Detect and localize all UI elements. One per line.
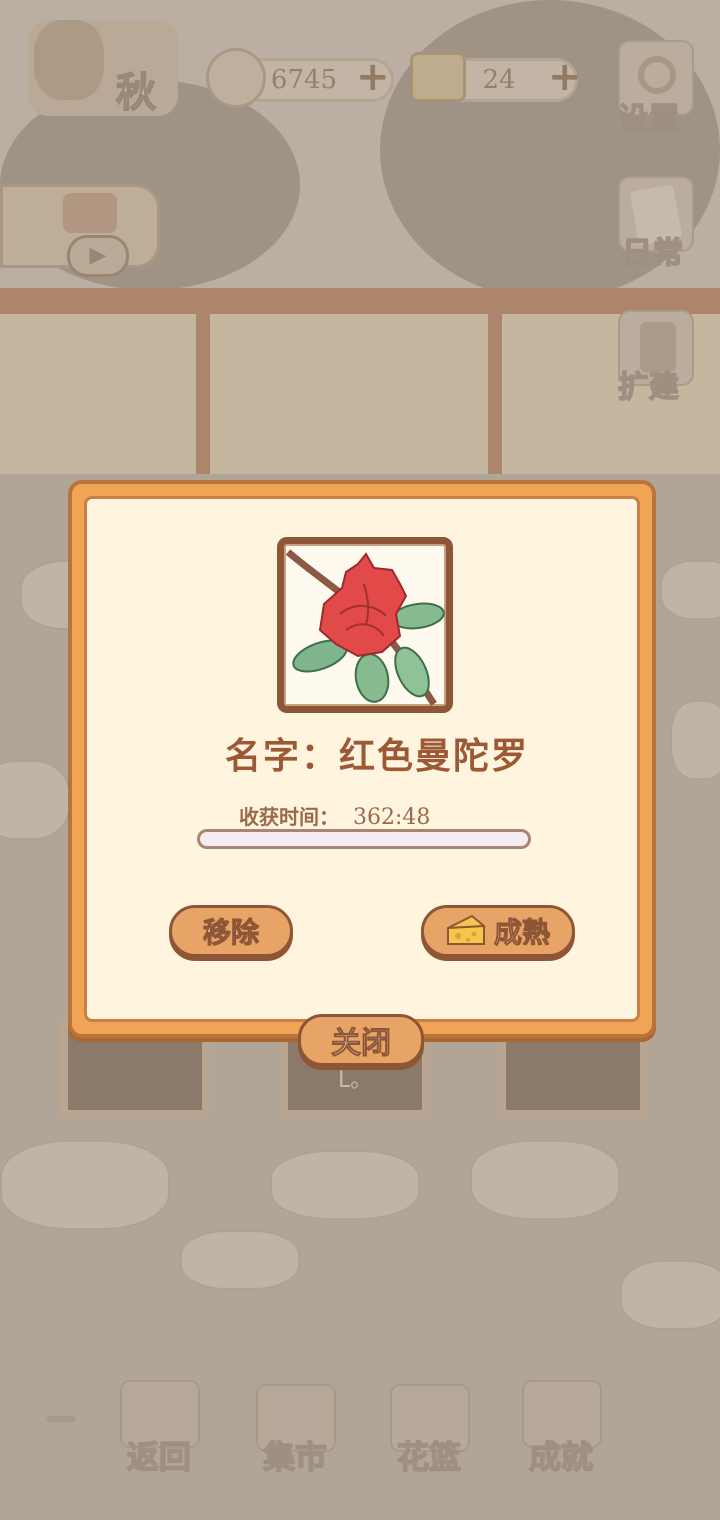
- ripen-label: 成熟: [493, 916, 550, 950]
- growth-progress-bar: [197, 829, 531, 849]
- red-datura-flower-image: [285, 549, 445, 706]
- cheese-icon: [446, 914, 485, 945]
- remove-button[interactable]: 移除: [169, 905, 293, 957]
- harvest-info: 收获时间： 362:48: [239, 801, 430, 830]
- flower-image-frame: [277, 537, 453, 713]
- close-label: 关闭: [331, 1026, 392, 1062]
- flower-name: 名字：红色曼陀罗: [224, 736, 529, 777]
- ripen-button[interactable]: 成熟: [421, 905, 575, 957]
- flower-info-dialog: 名字：红色曼陀罗 收获时间： 362:48 移除 成熟: [68, 480, 656, 1038]
- harvest-label: 收获时间：: [239, 805, 339, 829]
- remove-label: 移除: [202, 916, 259, 950]
- harvest-timer: 362:48: [353, 805, 431, 830]
- close-button[interactable]: 关闭: [298, 1014, 424, 1066]
- dialog-panel: 名字：红色曼陀罗 收获时间： 362:48 移除 成熟: [84, 496, 640, 1022]
